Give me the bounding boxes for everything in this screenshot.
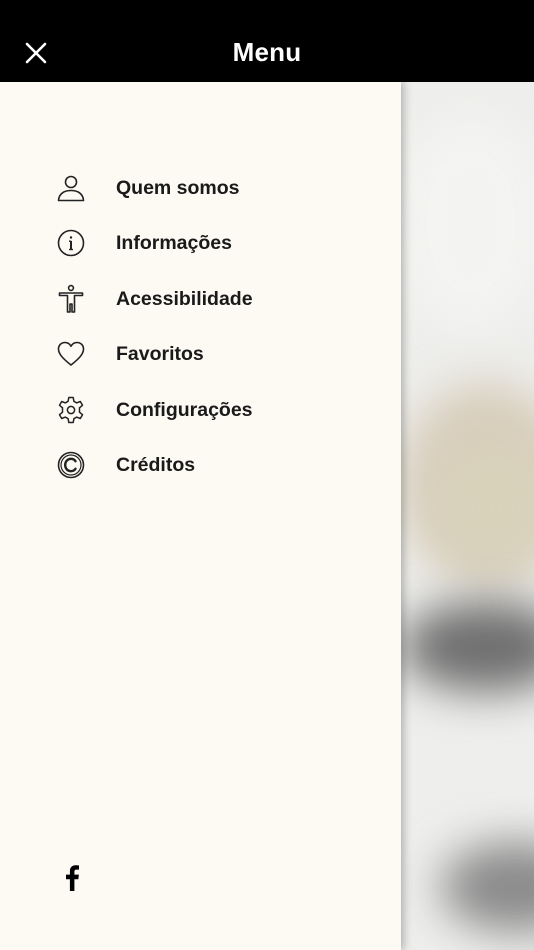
- heart-icon: [36, 329, 106, 379]
- menu-item-creditos[interactable]: Créditos: [36, 440, 376, 490]
- menu-item-label: Favoritos: [116, 342, 204, 365]
- menu-item-configuracoes[interactable]: Configurações: [36, 385, 376, 435]
- info-icon: [36, 218, 106, 268]
- close-icon: [25, 42, 47, 64]
- facebook-icon: [66, 865, 79, 891]
- menu-item-label: Créditos: [116, 453, 196, 476]
- copyright-icon: [36, 440, 106, 490]
- blurred-background-content[interactable]: [401, 82, 534, 950]
- close-button[interactable]: [16, 33, 56, 73]
- top-bar: Menu: [0, 0, 534, 82]
- gear-icon: [36, 385, 106, 435]
- menu-item-label: Informações: [116, 231, 232, 254]
- menu-item-informacoes[interactable]: Informações: [36, 218, 376, 268]
- menu-item-acessibilidade[interactable]: Acessibilidade: [36, 274, 376, 324]
- menu-item-label: Acessibilidade: [116, 287, 253, 310]
- accessibility-icon: [36, 274, 106, 324]
- user-icon: [36, 163, 106, 213]
- menu-item-label: Quem somos: [116, 176, 240, 199]
- menu-item-favoritos[interactable]: Favoritos: [36, 329, 376, 379]
- menu-item-label: Configurações: [116, 398, 253, 421]
- facebook-link[interactable]: [56, 862, 88, 894]
- menu-item-quem-somos[interactable]: Quem somos: [36, 163, 376, 213]
- side-drawer: Quem somos Informações Acessibilidade Fa…: [0, 82, 401, 950]
